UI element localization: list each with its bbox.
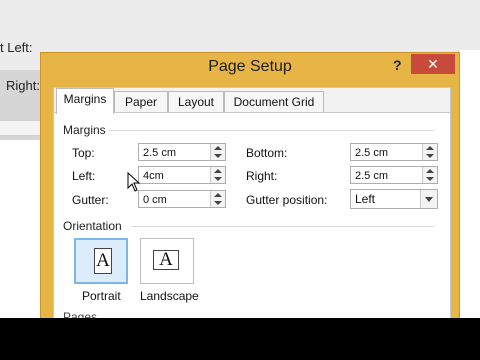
bottom-margin-input[interactable]: 2.5 cm: [350, 143, 438, 161]
help-button[interactable]: ?: [393, 57, 402, 73]
close-button[interactable]: ✕: [411, 54, 455, 74]
background-right-label: Right:: [6, 78, 40, 93]
dialog-titlebar[interactable]: Page Setup ? ✕: [41, 53, 459, 83]
landscape-label: Landscape: [140, 289, 199, 303]
portrait-page-icon: A: [94, 248, 112, 274]
tab-document-grid[interactable]: Document Grid: [224, 91, 324, 112]
top-margin-input[interactable]: 2.5 cm: [138, 143, 226, 161]
bottom-margin-spinner[interactable]: [422, 144, 437, 160]
left-label: Left:: [72, 169, 96, 183]
portrait-label: Portrait: [82, 289, 121, 303]
tab-layout[interactable]: Layout: [168, 91, 224, 112]
top-margin-spinner[interactable]: [210, 144, 225, 160]
left-margin-input[interactable]: 4cm: [138, 166, 226, 184]
right-label: Right:: [246, 169, 278, 183]
left-margin-value: 4cm: [143, 170, 164, 182]
right-margin-spinner[interactable]: [422, 167, 437, 183]
tab-margins[interactable]: Margins: [56, 88, 114, 114]
pages-section-label: Pages: [63, 310, 98, 318]
right-margin-input[interactable]: 2.5 cm: [350, 166, 438, 184]
landscape-page-icon: A: [153, 250, 179, 270]
portrait-button[interactable]: A: [74, 238, 128, 284]
tab-bar: Margins Paper Layout Document Grid: [54, 88, 450, 114]
gutter-input[interactable]: 0 cm: [138, 190, 226, 208]
right-margin-value: 2.5 cm: [355, 170, 389, 182]
background-right-panel: [458, 50, 480, 318]
screen: t Left: Right: Page Setup ? ✕ Margins Pa…: [0, 0, 480, 318]
document-page: [0, 140, 40, 318]
gutter-label: Gutter:: [72, 193, 109, 207]
page-setup-dialog: Page Setup ? ✕ Margins Paper Layout Docu…: [40, 52, 460, 318]
gutter-position-value: Left: [355, 192, 376, 206]
gutter-position-label: Gutter position:: [246, 193, 328, 207]
ruler: [0, 120, 40, 136]
orientation-section-label: Orientation: [63, 219, 122, 233]
top-margin-value: 2.5 cm: [143, 147, 177, 159]
gutter-value: 0 cm: [143, 194, 167, 206]
tab-paper[interactable]: Paper: [114, 91, 168, 112]
landscape-button[interactable]: A: [140, 238, 194, 284]
gutter-spinner[interactable]: [210, 191, 225, 207]
bottom-margin-value: 2.5 cm: [355, 147, 389, 159]
chevron-down-icon[interactable]: [420, 190, 437, 208]
dialog-body: Margins Paper Layout Document Grid Margi…: [53, 87, 451, 318]
top-label: Top:: [72, 146, 95, 160]
bottom-label: Bottom:: [246, 146, 288, 160]
margins-divider: [109, 130, 434, 131]
background-left-label: t Left:: [0, 40, 33, 55]
left-margin-spinner[interactable]: [210, 167, 225, 183]
gutter-position-select[interactable]: Left: [350, 189, 438, 209]
mouse-cursor-icon: [127, 171, 141, 192]
orientation-divider: [132, 226, 434, 227]
margins-section-label: Margins: [63, 123, 106, 137]
